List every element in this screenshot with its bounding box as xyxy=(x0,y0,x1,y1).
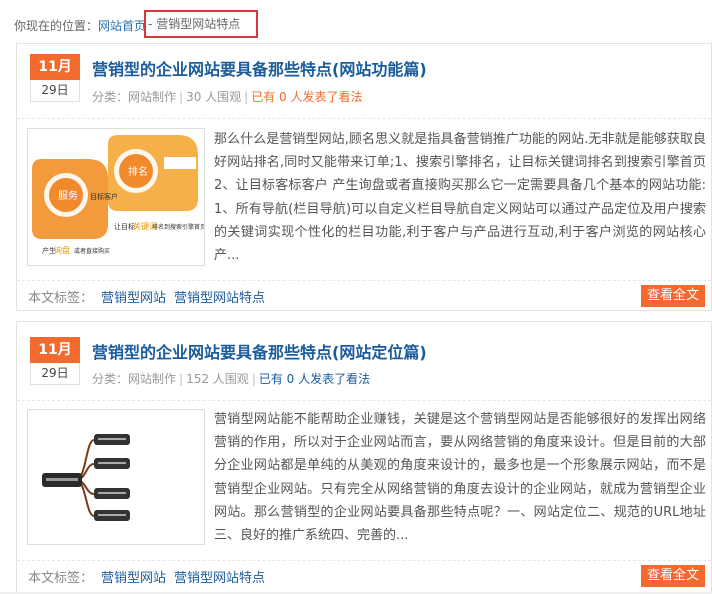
divider xyxy=(17,400,711,401)
thumb-text: 排名 xyxy=(128,165,148,178)
category-label: 分类： xyxy=(92,372,129,386)
date-month: 11月 xyxy=(30,54,80,80)
tag-link[interactable]: 营销型网站 xyxy=(101,291,166,306)
comments-link[interactable]: 已有 0 人发表了看法 xyxy=(251,90,362,104)
category-link[interactable]: 网站制作 xyxy=(128,372,176,386)
view-count: 152 人围观 xyxy=(186,372,249,386)
thumb-text: 或者直接购买 xyxy=(74,247,110,255)
date-day: 29日 xyxy=(30,80,80,102)
tags-label: 本文标签： xyxy=(28,571,94,586)
article-title-link[interactable]: 营销型的企业网站要具备那些特点(网站定位篇) xyxy=(92,339,427,363)
date-month: 11月 xyxy=(30,337,80,363)
breadcrumb: 你现在的位置：网站首页 - 营销型网站特点 xyxy=(14,10,259,38)
divider xyxy=(17,118,711,119)
category-label: 分类： xyxy=(92,90,129,104)
article-thumbnail[interactable] xyxy=(27,409,205,545)
thumb-text: 服务 xyxy=(58,189,78,202)
category-link[interactable]: 网站制作 xyxy=(128,90,176,104)
tags-label: 本文标签： xyxy=(28,291,94,306)
date-badge: 11月 29日 xyxy=(30,54,80,102)
article-excerpt: 那么什么是营销型网站,顾名思义就是指具备营销推广功能的网站.无非就是能够获取良好… xyxy=(214,132,706,264)
meta-separator: | xyxy=(244,90,249,104)
article-tags: 本文标签： 营销型网站 营销型网站特点 xyxy=(28,287,265,306)
thumbnail-mindmap-graphic xyxy=(28,410,204,544)
tag-link[interactable]: 营销型网站特点 xyxy=(174,291,265,306)
article-meta: 分类：网站制作 | 30 人围观 | 已有 0 人发表了看法 xyxy=(92,88,362,105)
breadcrumb-separator: - xyxy=(148,17,157,31)
article-card: 11月 29日 营销型的企业网站要具备那些特点(网站定位篇) 分类：网站制作 | 1… xyxy=(16,321,712,594)
tag-link[interactable]: 营销型网站特点 xyxy=(174,571,265,586)
article-title-link[interactable]: 营销型的企业网站要具备那些特点(网站功能篇) xyxy=(92,56,427,80)
tag-link[interactable]: 营销型网站 xyxy=(101,571,166,586)
article-thumbnail[interactable]: 服务 排名 目标客户 让目标 关键词 排名到搜索引擎首页 产生 询盘 或者直接购… xyxy=(27,128,205,266)
divider xyxy=(17,560,711,561)
meta-separator: | xyxy=(251,372,256,386)
divider xyxy=(17,280,711,281)
thumb-text: 排名到搜索引擎首页 xyxy=(152,223,204,231)
meta-separator: | xyxy=(179,90,184,104)
breadcrumb-current-highlight: - 营销型网站特点 xyxy=(144,10,259,38)
thumb-text: 让目标 xyxy=(114,222,135,231)
article-excerpt: 营销型网站能不能帮助企业赚钱，关键是这个营销型网站是否能够很好的发挥出网络营销的… xyxy=(214,412,706,544)
breadcrumb-prefix: 你现在的位置： xyxy=(14,19,99,33)
read-more-button[interactable]: 查看全文 xyxy=(641,285,705,307)
view-count: 30 人围观 xyxy=(186,90,242,104)
breadcrumb-current: 营销型网站特点 xyxy=(156,17,241,31)
meta-separator: | xyxy=(179,372,184,386)
date-badge: 11月 29日 xyxy=(30,337,80,385)
breadcrumb-home-link[interactable]: 网站首页 xyxy=(98,19,146,33)
date-day: 29日 xyxy=(30,363,80,385)
article-card: 11月 29日 营销型的企业网站要具备那些特点(网站功能篇) 分类：网站制作 | 3… xyxy=(16,43,712,311)
thumbnail-graphic: 服务 排名 目标客户 让目标 关键词 排名到搜索引擎首页 产生 询盘 或者直接购… xyxy=(28,129,204,265)
thumb-text: 询盘 xyxy=(54,245,70,255)
comments-link[interactable]: 已有 0 人发表了看法 xyxy=(259,372,370,386)
thumb-text: 目标客户 xyxy=(90,192,118,201)
article-meta: 分类：网站制作 | 152 人围观 | 已有 0 人发表了看法 xyxy=(92,370,370,387)
read-more-button[interactable]: 查看全文 xyxy=(641,565,705,587)
article-tags: 本文标签： 营销型网站 营销型网站特点 xyxy=(28,567,265,586)
